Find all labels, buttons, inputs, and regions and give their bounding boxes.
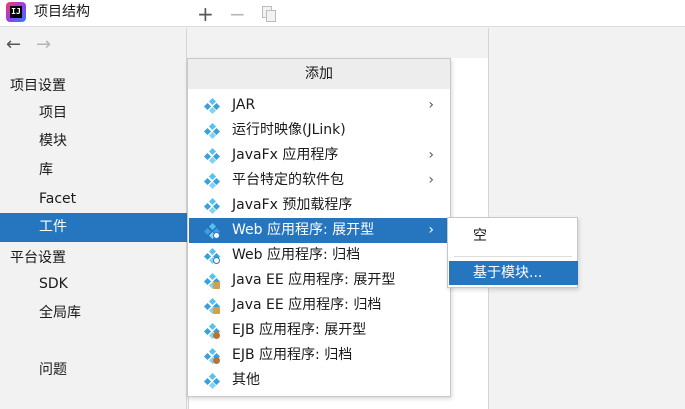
- window-title: 项目结构: [34, 4, 90, 20]
- menu-item-label: JavaFx 预加载程序: [232, 197, 353, 213]
- add-icon[interactable]: +: [197, 4, 214, 24]
- copy-icon[interactable]: [262, 6, 276, 22]
- submenu-item-from-module[interactable]: 基于模块...: [449, 261, 578, 285]
- app-icon-text: IJ: [10, 6, 22, 18]
- sidebar-item-artifacts[interactable]: 工件: [0, 213, 187, 242]
- menu-item-label: Web 应用程序: 展开型: [232, 222, 375, 238]
- menu-item-label: 平台特定的软件包: [232, 172, 344, 188]
- artifact-icon: [203, 197, 221, 215]
- artifact-icon: [203, 172, 221, 190]
- menu-item-ejb-archive[interactable]: EJB 应用程序: 归档: [189, 343, 451, 368]
- sidebar-item-modules[interactable]: 模块: [0, 127, 187, 156]
- web-app-exploded-submenu: 空 基于模块...: [447, 217, 578, 288]
- menu-item-label: EJB 应用程序: 归档: [232, 347, 353, 363]
- menu-item-javaee-exploded[interactable]: Java EE 应用程序: 展开型: [189, 268, 451, 293]
- intellij-idea-icon: IJ: [6, 2, 26, 22]
- javaee-artifact-icon: [203, 297, 221, 315]
- artifact-icon: [203, 97, 221, 115]
- sidebar-item-facets[interactable]: Facet: [0, 185, 187, 214]
- left-navigation-pane: ← → 项目设置 项目 模块 库 Facet 工件 平台设置 SDK 全局库 问…: [0, 28, 187, 409]
- sidebar-item-sdks[interactable]: SDK: [0, 270, 187, 299]
- artifacts-toolbar: [188, 28, 489, 58]
- menu-item-label: Web 应用程序: 归档: [232, 247, 361, 263]
- menu-item-platform-package[interactable]: 平台特定的软件包 ›: [189, 168, 451, 193]
- javaee-artifact-icon: [203, 272, 221, 290]
- menu-item-label: Java EE 应用程序: 展开型: [232, 272, 396, 288]
- web-artifact-icon: [203, 247, 221, 265]
- chevron-right-icon: ›: [428, 97, 434, 113]
- menu-item-label: 运行时映像(JLink): [232, 122, 346, 138]
- menu-item-javaee-archive[interactable]: Java EE 应用程序: 归档: [189, 293, 451, 318]
- menu-item-javafx-app[interactable]: JavaFx 应用程序 ›: [189, 143, 451, 168]
- submenu-item-empty[interactable]: 空: [449, 224, 578, 248]
- menu-item-other[interactable]: 其他: [189, 368, 451, 393]
- ejb-artifact-icon: [203, 347, 221, 365]
- sidebar-item-libraries[interactable]: 库: [0, 156, 187, 185]
- artifact-icon: [203, 122, 221, 140]
- menu-item-web-app-archive[interactable]: Web 应用程序: 归档: [189, 243, 451, 268]
- menu-item-jar[interactable]: JAR ›: [189, 93, 451, 118]
- menu-item-label: EJB 应用程序: 展开型: [232, 322, 367, 338]
- artifact-icon: [203, 372, 221, 390]
- menu-item-ejb-exploded[interactable]: EJB 应用程序: 展开型: [189, 318, 451, 343]
- back-arrow-icon[interactable]: ←: [6, 36, 21, 54]
- remove-icon[interactable]: −: [229, 4, 246, 24]
- artifact-icon: [203, 147, 221, 165]
- sidebar-item-project[interactable]: 项目: [0, 99, 187, 128]
- menu-item-label: JAR: [232, 97, 256, 113]
- chevron-right-icon: ›: [428, 147, 434, 163]
- title-bar: IJ 项目结构: [0, 0, 685, 27]
- submenu-separator: [454, 256, 572, 257]
- chevron-right-icon: ›: [428, 222, 434, 238]
- project-settings-header: 项目设置: [10, 78, 66, 94]
- sidebar-item-global-libraries[interactable]: 全局库: [0, 299, 187, 328]
- menu-item-label: JavaFx 应用程序: [232, 147, 339, 163]
- menu-item-web-app-exploded[interactable]: Web 应用程序: 展开型 ›: [189, 218, 451, 243]
- add-artifact-menu: 添加 JAR › 运行时映像(JLink) JavaFx 应用程序 › 平台特定…: [187, 58, 451, 397]
- forward-arrow-icon[interactable]: →: [36, 36, 51, 54]
- chevron-right-icon: ›: [428, 172, 434, 188]
- menu-item-label: Java EE 应用程序: 归档: [232, 297, 382, 313]
- ejb-artifact-icon: [203, 322, 221, 340]
- menu-title: 添加: [188, 59, 450, 89]
- platform-settings-header: 平台设置: [10, 250, 66, 266]
- web-artifact-icon: [203, 222, 221, 240]
- menu-item-label: 其他: [232, 372, 260, 388]
- sidebar-item-problems[interactable]: 问题: [0, 356, 187, 385]
- menu-item-javafx-preloader[interactable]: JavaFx 预加载程序: [189, 193, 451, 218]
- menu-item-jlink[interactable]: 运行时映像(JLink): [189, 118, 451, 143]
